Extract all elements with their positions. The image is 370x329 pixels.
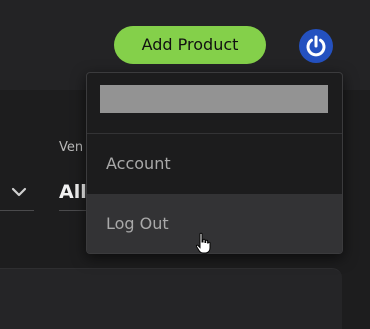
add-product-button[interactable]: Add Product (114, 26, 266, 64)
menu-item-log-out[interactable]: Log Out (87, 194, 342, 253)
user-name-redacted (100, 85, 328, 113)
filter-underline (0, 210, 34, 211)
content-card (0, 268, 342, 329)
vendor-filter-select[interactable]: All (59, 181, 87, 203)
user-menu-button[interactable] (299, 29, 333, 63)
menu-item-account[interactable]: Account (87, 134, 342, 194)
hand-cursor-icon (195, 232, 211, 254)
chevron-down-icon[interactable] (10, 183, 28, 201)
vendor-filter-label: Ven (59, 140, 84, 155)
user-dropdown-menu: Account Log Out (86, 72, 343, 254)
power-icon (306, 35, 326, 57)
